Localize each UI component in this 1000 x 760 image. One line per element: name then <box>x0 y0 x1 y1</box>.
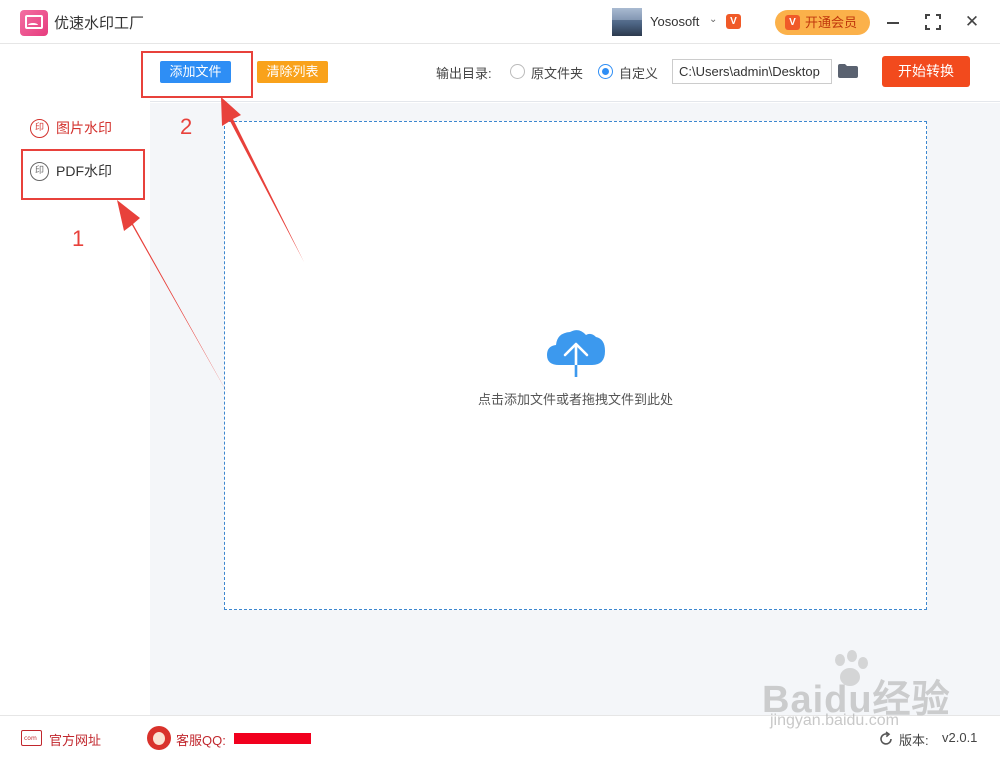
annotation-step-2: 2 <box>180 114 193 139</box>
vip-icon: V <box>785 15 800 30</box>
main-area: 点击添加文件或者拖拽文件到此处 <box>150 103 1000 715</box>
maximize-icon <box>925 14 941 30</box>
annotation-box-add-file <box>141 51 253 98</box>
chevron-down-icon[interactable]: ⌄ <box>709 14 717 25</box>
radio-custom-folder[interactable] <box>598 64 613 79</box>
sidebar-item-label: 图片水印 <box>56 120 112 136</box>
annotation-box-pdf <box>21 149 145 200</box>
website-icon[interactable] <box>21 730 42 746</box>
user-avatar[interactable] <box>612 8 642 36</box>
minimize-button[interactable] <box>881 10 905 34</box>
vip-status-icon: V <box>726 14 741 29</box>
support-qq-label[interactable]: 客服QQ: <box>176 730 226 749</box>
toolbar: 添加文件 清除列表 输出目录: 原文件夹 自定义 开始转换 <box>150 45 1000 102</box>
clear-list-button[interactable]: 清除列表 <box>257 61 328 83</box>
title-bar: 优速水印工厂 Yososoft ⌄ V V 开通会员 ✕ <box>0 0 1000 44</box>
close-button[interactable]: ✕ <box>960 10 984 34</box>
annotation-step-1: 1 <box>72 226 85 251</box>
baidu-watermark-url: jingyan.baidu.com <box>770 712 899 729</box>
username[interactable]: Yososoft <box>650 14 699 29</box>
version-label: 版本: <box>899 733 929 748</box>
file-dropzone[interactable]: 点击添加文件或者拖拽文件到此处 <box>224 121 927 610</box>
customer-service-icon[interactable] <box>147 726 171 750</box>
output-dir-label: 输出目录: <box>436 66 492 81</box>
app-title: 优速水印工厂 <box>54 15 145 32</box>
version-value: v2.0.1 <box>942 730 978 745</box>
output-path-input[interactable] <box>672 59 832 84</box>
radio-original-folder[interactable] <box>510 64 525 79</box>
open-membership-button[interactable]: V 开通会员 <box>775 10 870 35</box>
radio-custom-folder-label[interactable]: 自定义 <box>619 63 658 82</box>
sidebar: 印 图片水印 印 PDF水印 <box>0 45 150 715</box>
maximize-button[interactable] <box>921 10 945 34</box>
start-convert-button[interactable]: 开始转换 <box>882 56 970 87</box>
dropzone-hint: 点击添加文件或者拖拽文件到此处 <box>477 392 673 407</box>
official-site-link[interactable]: 官方网址 <box>49 730 101 749</box>
cloud-upload-icon <box>547 330 605 379</box>
folder-icon[interactable] <box>838 64 858 78</box>
radio-original-folder-label[interactable]: 原文件夹 <box>531 63 583 82</box>
app-logo-icon <box>20 10 48 36</box>
redacted-qq-number <box>234 733 311 744</box>
refresh-icon[interactable] <box>878 731 894 747</box>
sidebar-item-image-watermark[interactable]: 印 图片水印 <box>30 117 112 139</box>
open-membership-label: 开通会员 <box>805 15 858 30</box>
seal-icon: 印 <box>30 119 49 138</box>
